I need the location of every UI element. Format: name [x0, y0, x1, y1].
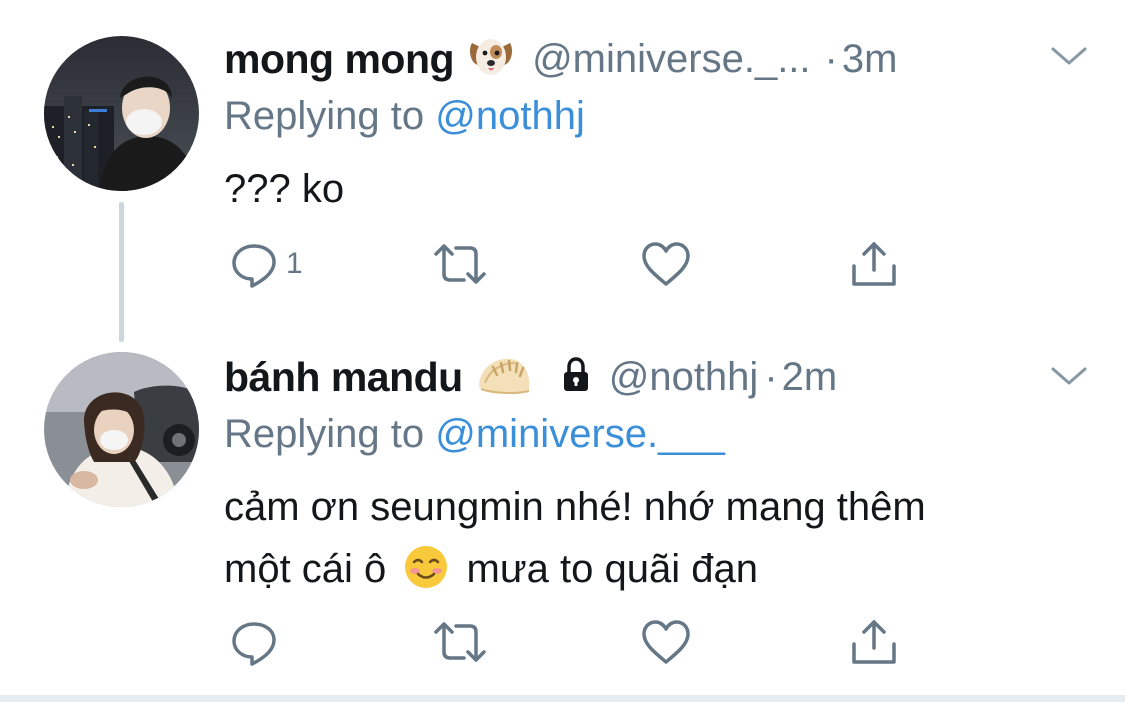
separator-dot: · — [824, 36, 838, 81]
tweet-header: bánh mandu @nothhj · 2m — [224, 352, 837, 402]
tweet-text: cảm ơn seungmin nhé! nhớ mang thêm một c… — [224, 476, 1084, 608]
tweet-header: mong mong @miniverse._... · 3m — [224, 34, 897, 84]
reply-icon — [228, 238, 280, 290]
timestamp[interactable]: 2m — [782, 355, 838, 400]
tweet[interactable]: bánh mandu @nothhj · 2m Replying to @min… — [0, 340, 1125, 695]
like-button[interactable] — [640, 234, 692, 294]
mention-link[interactable]: @nothhj — [435, 94, 585, 138]
share-button[interactable] — [848, 234, 900, 294]
reply-count: 1 — [286, 247, 303, 280]
smiling-face-emoji — [403, 544, 449, 608]
retweet-icon — [430, 616, 490, 668]
replying-to-label: Replying to — [224, 412, 425, 456]
chevron-down-icon[interactable] — [1049, 44, 1089, 73]
share-button[interactable] — [848, 612, 900, 672]
display-name[interactable]: mong mong — [224, 36, 455, 83]
separator-dot: · — [764, 354, 778, 399]
dog-face-emoji — [466, 35, 516, 84]
replying-to-label: Replying to — [224, 94, 425, 138]
tweet-actions: 1 — [224, 234, 924, 294]
user-handle[interactable]: @miniverse._... — [532, 37, 810, 82]
avatar[interactable] — [44, 352, 199, 507]
tweet-text: ??? ko — [224, 158, 1084, 220]
retweet-icon — [430, 238, 490, 290]
mention-link[interactable]: @miniverse.___ — [435, 412, 725, 456]
reply-icon — [228, 616, 280, 668]
reply-button[interactable]: 1 — [228, 234, 303, 294]
tweet[interactable]: mong mong @miniverse._... · 3m Replying … — [0, 0, 1125, 342]
replying-to: Replying to @nothhj — [224, 94, 585, 139]
divider — [0, 695, 1125, 702]
display-name[interactable]: bánh mandu — [224, 354, 463, 401]
tweet-text-segment: mưa to quãi đạn — [466, 547, 758, 591]
tweet-text-line: ??? ko — [224, 167, 345, 211]
dumpling-emoji — [475, 353, 533, 402]
like-icon — [640, 238, 692, 290]
retweet-button[interactable] — [430, 234, 490, 294]
tweet-text-segment: một cái ô — [224, 547, 387, 591]
tweet-text-line: cảm ơn seungmin nhé! nhớ mang thêm — [224, 485, 926, 529]
reply-button[interactable] — [228, 612, 286, 672]
tweet-actions — [224, 612, 924, 672]
lock-icon — [561, 356, 591, 398]
like-icon — [640, 616, 692, 668]
avatar[interactable] — [44, 36, 199, 191]
chevron-down-icon[interactable] — [1049, 364, 1089, 393]
thread-connector — [119, 202, 124, 342]
retweet-button[interactable] — [430, 612, 490, 672]
timestamp[interactable]: 3m — [842, 37, 898, 82]
tweet-text-line: một cái ô mưa to quãi đạn — [224, 538, 1084, 608]
like-button[interactable] — [640, 612, 692, 672]
user-handle[interactable]: @nothhj — [609, 355, 759, 400]
replying-to: Replying to @miniverse.___ — [224, 412, 725, 457]
share-icon — [848, 238, 900, 290]
share-icon — [848, 616, 900, 668]
